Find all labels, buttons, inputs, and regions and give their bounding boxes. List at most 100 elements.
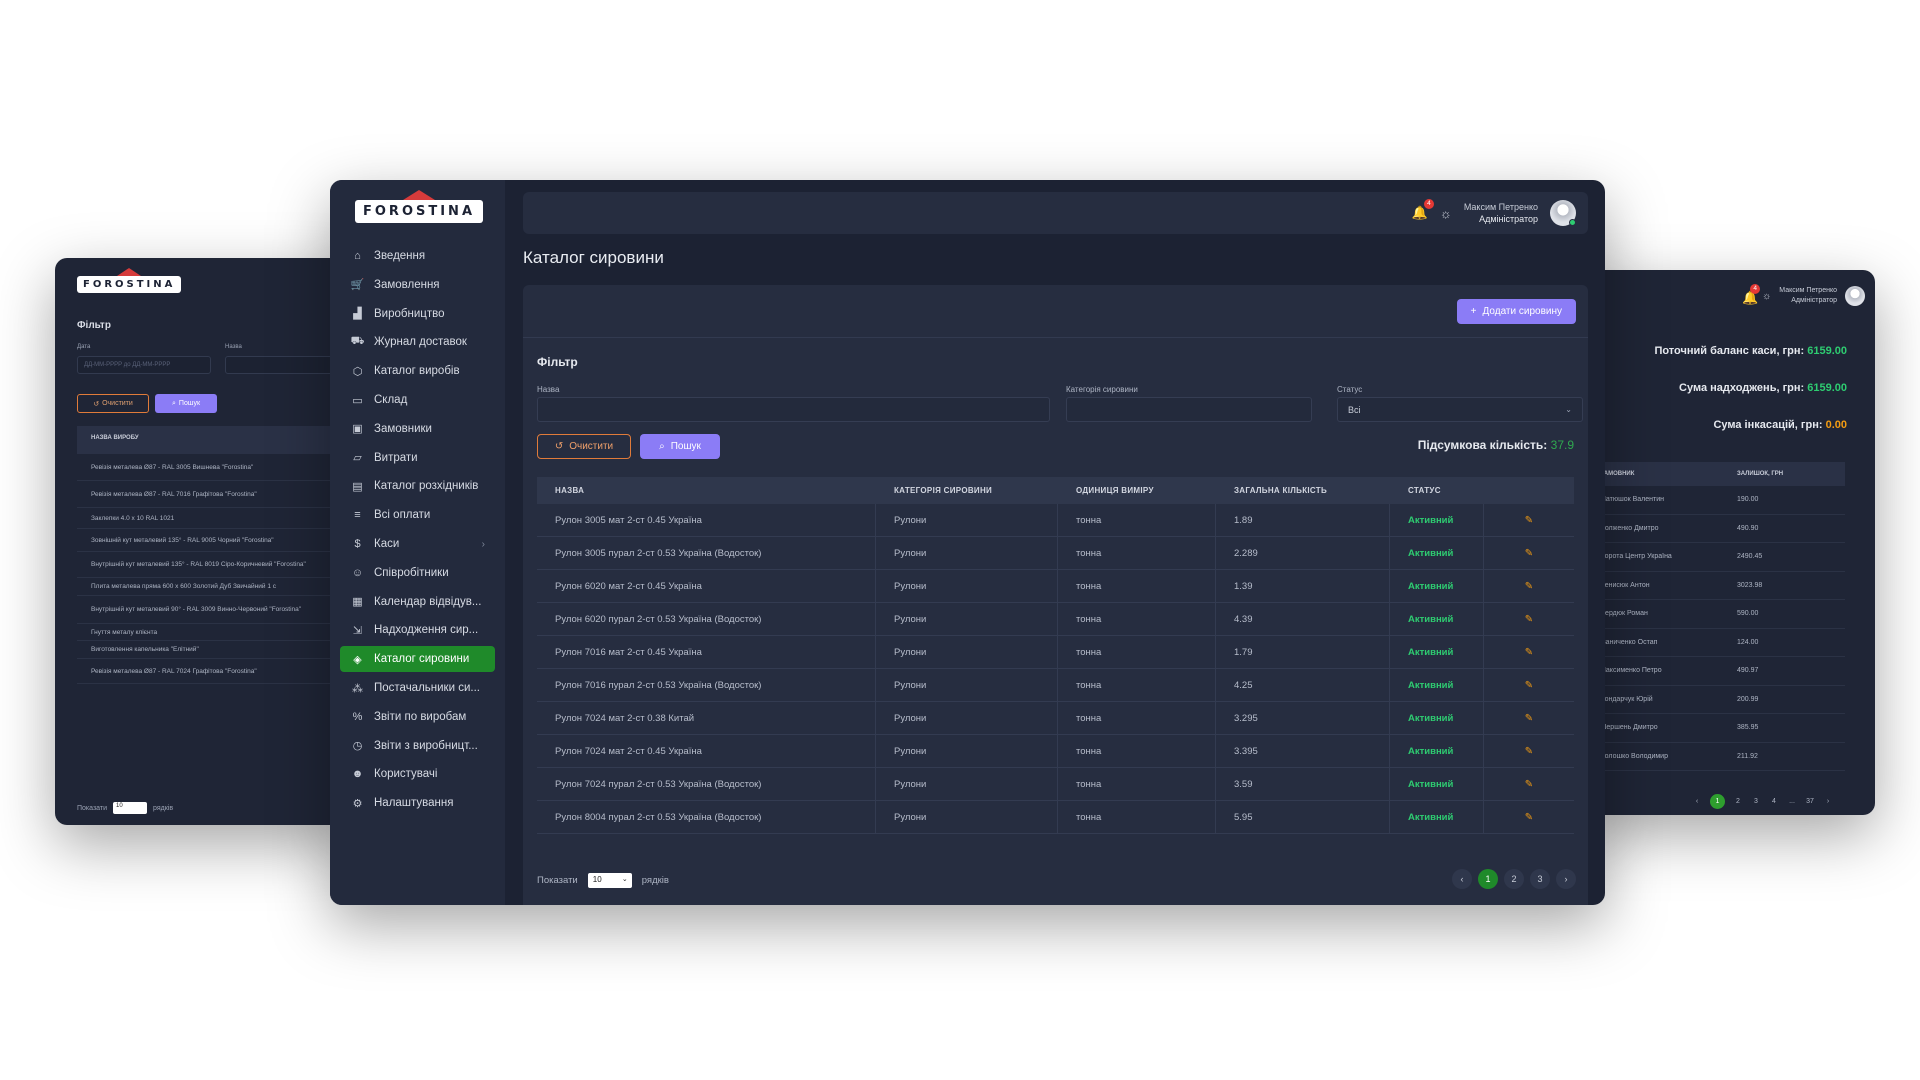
- edit-icon[interactable]: ✎: [1525, 548, 1533, 559]
- edit-icon[interactable]: ✎: [1525, 746, 1533, 757]
- table-row[interactable]: Волошко Володимир 211.92: [1580, 743, 1845, 771]
- table-row[interactable]: Рулон 3005 мат 2-ст 0.45 Україна Рулони то…: [537, 504, 1574, 537]
- cell-qty: 3.59: [1216, 768, 1390, 800]
- table-row[interactable]: Рулон 6020 пурал 2-ст 0.53 Україна (Водо…: [537, 603, 1574, 636]
- sidebar-item[interactable]: ⬡ Каталог виробів: [340, 358, 495, 384]
- name-input[interactable]: [537, 397, 1050, 422]
- sidebar-item-label: Виробництво: [374, 307, 445, 320]
- edit-icon[interactable]: ✎: [1525, 647, 1533, 658]
- page-button[interactable]: 2: [1504, 869, 1524, 889]
- edit-icon[interactable]: ✎: [1525, 515, 1533, 526]
- table-row[interactable]: Рулон 7024 мат 2-ст 0.45 Україна Рулони то…: [537, 735, 1574, 768]
- page-button[interactable]: 4: [1769, 798, 1779, 805]
- sidebar-item[interactable]: ▦ Календар відвідув...: [340, 589, 495, 615]
- sidebar-item[interactable]: ▱ Витрати: [340, 445, 495, 471]
- sidebar-item[interactable]: ⌂ Зведення: [340, 243, 495, 269]
- list-item[interactable]: Ревізія металева Ø87 - RAL 7024 Графітов…: [77, 659, 355, 684]
- page-button[interactable]: 2: [1733, 798, 1743, 805]
- search-button[interactable]: ⌕ Пошук: [155, 394, 217, 413]
- clear-button[interactable]: ↺ Очистити: [537, 434, 631, 459]
- sidebar-item[interactable]: ⛟ Журнал доставок: [340, 329, 495, 355]
- list-item[interactable]: Заклепки 4.0 х 10 RAL 1021: [77, 508, 355, 529]
- table-row[interactable]: Іваниченко Остап 124.00: [1580, 629, 1845, 657]
- avatar[interactable]: [1845, 286, 1865, 306]
- category-input[interactable]: [1066, 397, 1312, 422]
- list-item[interactable]: Ревізія металева Ø87 - RAL 7016 Графітов…: [77, 481, 355, 508]
- edit-icon[interactable]: ✎: [1525, 779, 1533, 790]
- sidebar-item-label: Постачальники си...: [374, 682, 480, 694]
- cell-qty: 2.289: [1216, 537, 1390, 569]
- edit-icon[interactable]: ✎: [1525, 713, 1533, 724]
- date-range-input[interactable]: ДД-ММ-РРРР до ДД-ММ-РРРР: [77, 356, 211, 374]
- bell-icon[interactable]: 🔔 4: [1742, 284, 1761, 305]
- page-button[interactable]: ‹: [1692, 798, 1702, 805]
- status-select[interactable]: Всі ⌄: [1337, 397, 1583, 422]
- sidebar-item[interactable]: ☺ Співробітники: [340, 560, 495, 586]
- add-material-button[interactable]: + Додати сировину: [1456, 299, 1576, 324]
- table-row[interactable]: Сердюк Роман 590.00: [1580, 600, 1845, 629]
- theme-toggle-icon[interactable]: ☼: [1440, 206, 1452, 221]
- page-button[interactable]: ›: [1556, 869, 1576, 889]
- table-row[interactable]: Рулон 8004 пурал 2-ст 0.53 Україна (Водо…: [537, 801, 1574, 834]
- table-row[interactable]: Шершень Дмитро 385.95: [1580, 714, 1845, 743]
- sidebar-item[interactable]: $ Каси ›: [340, 531, 495, 557]
- list-item[interactable]: Ревізія металева Ø87 - RAL 3005 Вишнева …: [77, 454, 355, 481]
- sidebar-item[interactable]: ▟ Виробництво: [340, 301, 495, 327]
- table-row[interactable]: Рулон 3005 пурал 2-ст 0.53 Україна (Водо…: [537, 537, 1574, 570]
- category-label: Категорія сировини: [1066, 385, 1138, 394]
- page-button[interactable]: 3: [1530, 869, 1550, 889]
- page-button[interactable]: 37: [1805, 798, 1815, 805]
- edit-icon[interactable]: ✎: [1525, 680, 1533, 691]
- page-button[interactable]: ...: [1787, 798, 1797, 805]
- page-button[interactable]: 3: [1751, 798, 1761, 805]
- list-item[interactable]: Внутрішній кут металевий 135° - RAL 8019…: [77, 552, 355, 578]
- cell-qty: 1.79: [1216, 636, 1390, 668]
- table-row[interactable]: Максименко Петро 490.97: [1580, 657, 1845, 686]
- sidebar-item[interactable]: 🛒 Замовлення: [340, 272, 495, 298]
- table-row[interactable]: Ворота Центр Україна 2490.45: [1580, 543, 1845, 572]
- table-row[interactable]: Матюшок Валентин 190.00: [1580, 486, 1845, 515]
- sidebar-item[interactable]: ⇲ Надходження сир...: [340, 617, 495, 643]
- search-button[interactable]: ⌕ Пошук: [640, 434, 720, 459]
- table-row[interactable]: Рулон 7024 пурал 2-ст 0.53 Україна (Водо…: [537, 768, 1574, 801]
- table-row[interactable]: Рулон 7024 мат 2-ст 0.38 Китай Рулони тонн…: [537, 702, 1574, 735]
- table-row[interactable]: Долженко Дмитро 490.90: [1580, 515, 1845, 543]
- list-item[interactable]: Гнуття металу клієнта: [77, 624, 355, 641]
- table-row[interactable]: Рулон 7016 пурал 2-ст 0.53 Україна (Водо…: [537, 669, 1574, 702]
- sidebar-item[interactable]: ≡ Всі оплати: [340, 502, 495, 528]
- edit-icon[interactable]: ✎: [1525, 581, 1533, 592]
- sidebar-item[interactable]: ◷ Звіти з виробницт...: [340, 733, 495, 759]
- rows-select[interactable]: 10 ⌄: [587, 873, 632, 888]
- page-button[interactable]: 1: [1478, 869, 1498, 889]
- page-button[interactable]: ›: [1823, 798, 1833, 805]
- table-row[interactable]: Рулон 7016 мат 2-ст 0.45 Україна Рулони то…: [537, 636, 1574, 669]
- sidebar-item[interactable]: ▭ Склад: [340, 387, 495, 413]
- cell-status: Активний: [1390, 768, 1484, 800]
- sidebar-item[interactable]: ▤ Каталог розхідників: [340, 473, 495, 499]
- cell-unit: тонна: [1058, 570, 1216, 602]
- page-button[interactable]: ‹: [1452, 869, 1472, 889]
- table-row[interactable]: Бондарчук Юрій 200.99: [1580, 686, 1845, 714]
- sidebar-item[interactable]: ◈ Каталог сировини: [340, 646, 495, 673]
- list-item[interactable]: Виготовлення капельника "Елітний": [77, 641, 355, 659]
- avatar[interactable]: [1550, 200, 1576, 226]
- sun-icon[interactable]: ☼: [1762, 291, 1771, 302]
- clear-button[interactable]: ↺ Очистити: [77, 394, 149, 413]
- sidebar-item[interactable]: ☻ Користувачі: [340, 761, 495, 787]
- rows-select[interactable]: 10: [113, 802, 148, 814]
- edit-icon[interactable]: ✎: [1525, 614, 1533, 625]
- page-button[interactable]: 1: [1710, 794, 1725, 809]
- list-item[interactable]: Внутрішній кут металевий 90° - RAL 3009 …: [77, 596, 355, 624]
- dollar-icon: $: [354, 538, 361, 550]
- sidebar-item[interactable]: ⚙ Налаштування: [340, 790, 495, 816]
- sidebar-item[interactable]: % Звіти по виробам: [340, 704, 495, 730]
- table-row[interactable]: Денисюк Антон 3023.98: [1580, 572, 1845, 600]
- sidebar-item[interactable]: ⁂ Постачальники си...: [340, 675, 495, 701]
- list-item[interactable]: Плита металева пряма 600 х 600 Золотий Д…: [77, 578, 355, 596]
- bell-icon[interactable]: 🔔 4: [1412, 199, 1434, 221]
- edit-icon[interactable]: ✎: [1525, 812, 1533, 823]
- sidebar-item[interactable]: ▣ Замовники: [340, 416, 495, 442]
- table-row[interactable]: Рулон 6020 мат 2-ст 0.45 Україна Рулони то…: [537, 570, 1574, 603]
- list-item[interactable]: Зовнішній кут металевий 135° - RAL 9005 …: [77, 529, 355, 552]
- cell-category: Рулони: [876, 801, 1058, 833]
